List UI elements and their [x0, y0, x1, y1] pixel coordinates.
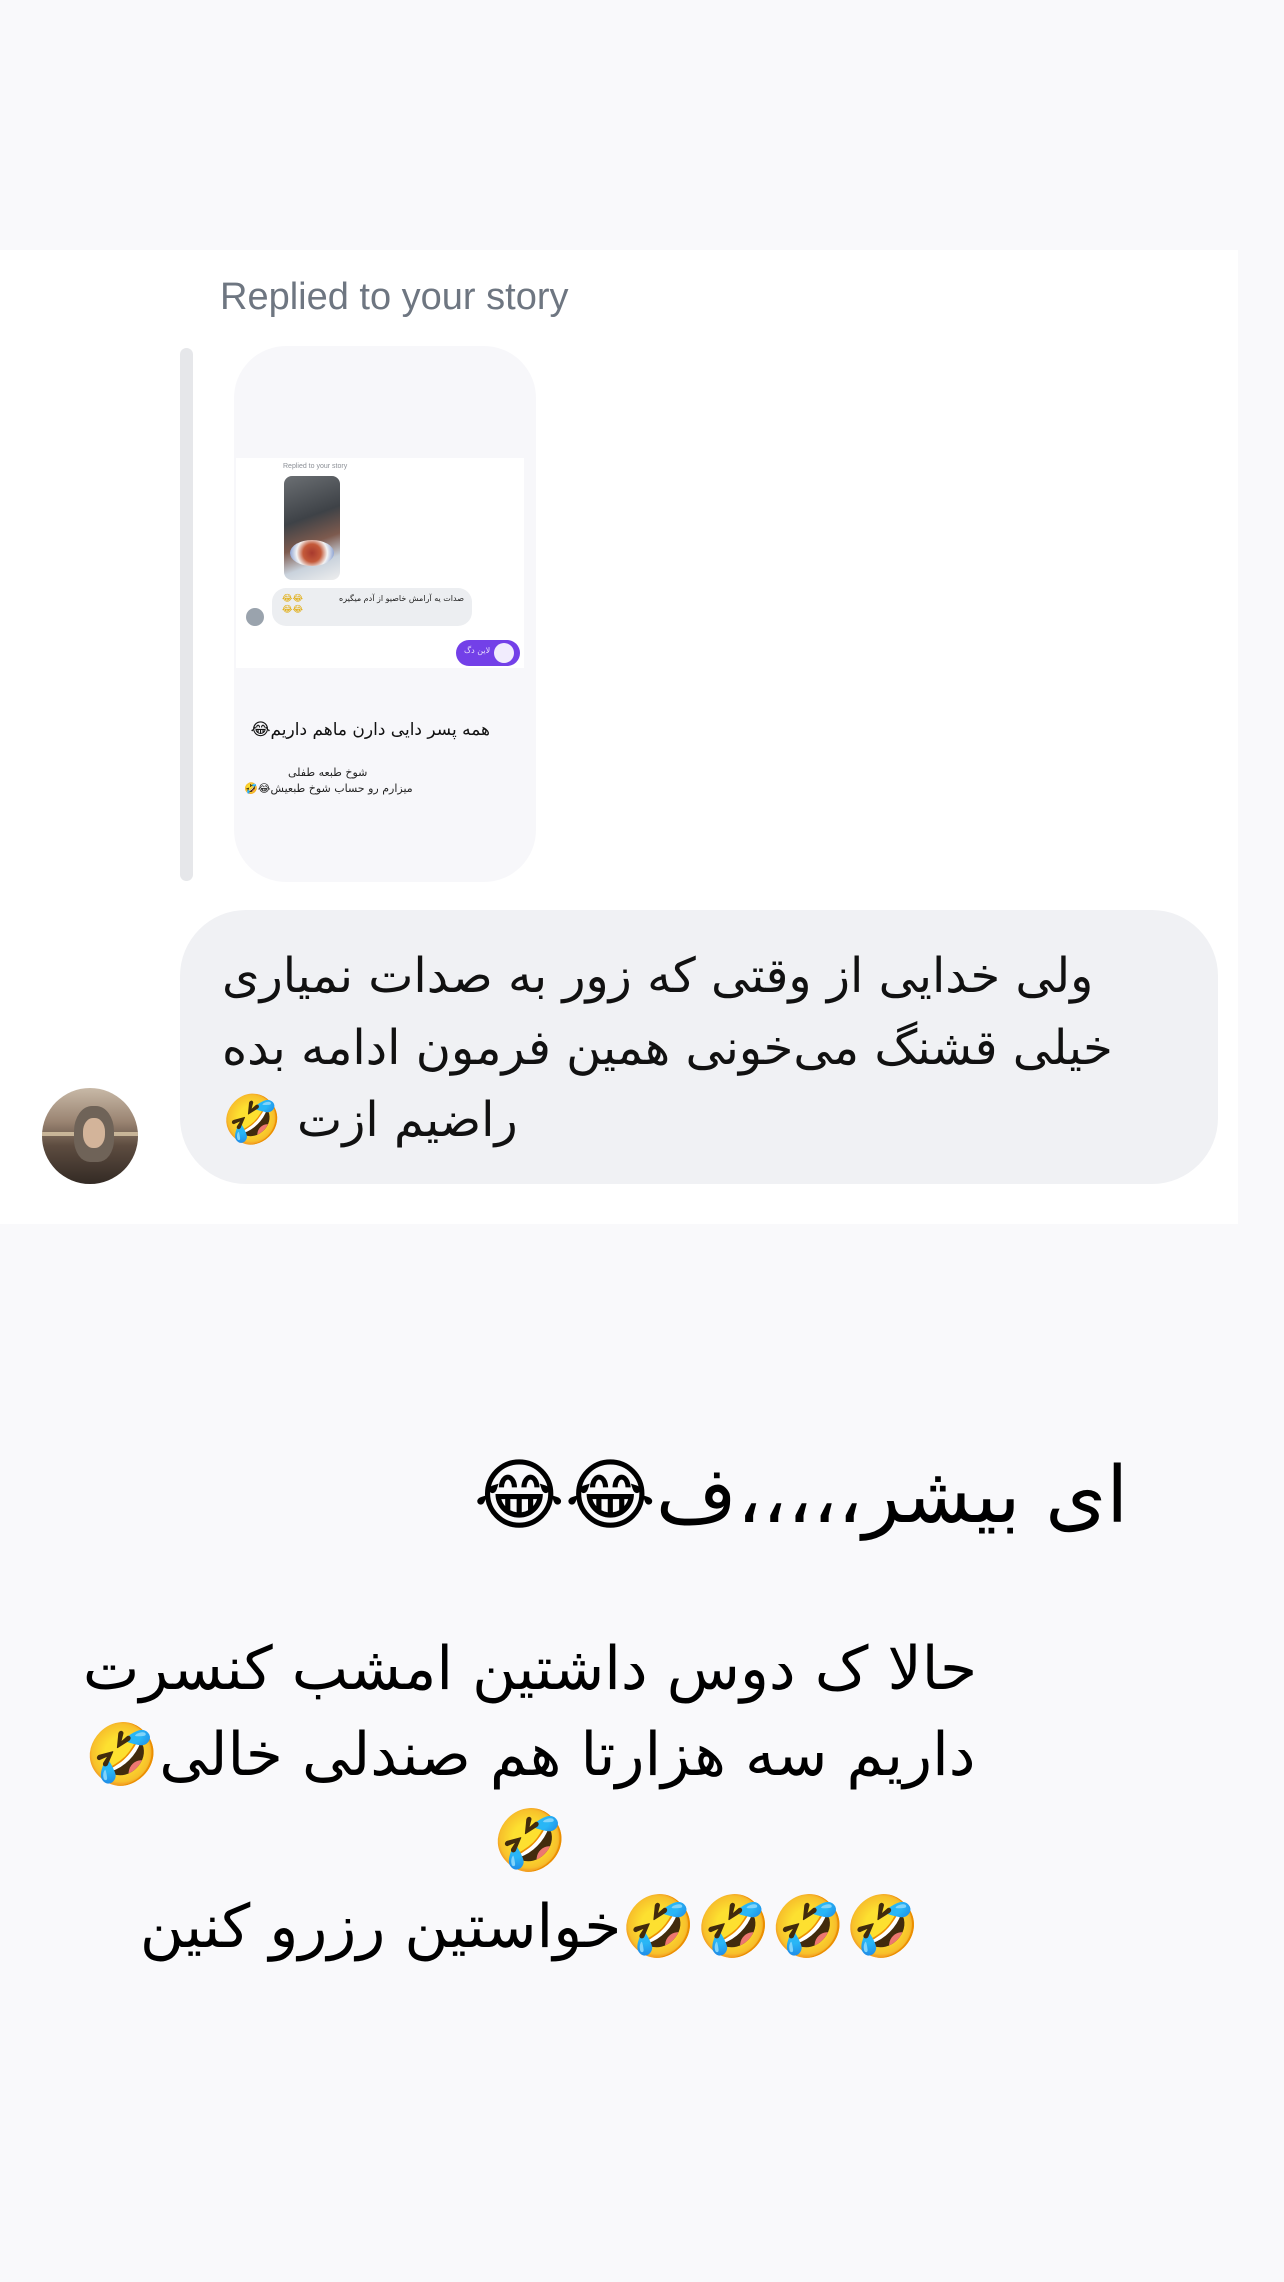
story-inner-bubble: صدات یه آرامش خاصیو از آدم میگیره 😂😂😂😂: [272, 588, 472, 626]
story-text-line-1: همه پسر دایی دارن ماهم داریم😂: [250, 720, 490, 740]
story-inner-avatar: [246, 608, 264, 626]
story-inner-sent-text: لاین دگ: [464, 646, 491, 655]
sender-avatar[interactable]: [42, 1088, 138, 1184]
avatar-face: [83, 1118, 105, 1148]
story-inner-caption: Replied to your story: [283, 463, 348, 470]
story-inner-sent-bubble: لاین دگ: [456, 640, 520, 666]
message-text: ولی خدایی از وقتی که زور به صدات نمیاری …: [222, 948, 1113, 1148]
overlay-heading: ای بیشر،،،،،ف😂😂: [473, 1451, 1128, 1541]
story-text-line-3: میزارم رو حساب شوخ طبعیش😂🤣: [244, 782, 413, 795]
plate-image: [290, 540, 334, 566]
reply-indicator-bar: [180, 348, 193, 881]
story-inner-photo: [284, 476, 340, 580]
story-inner-emoji: 😂😂😂😂: [282, 594, 304, 615]
story-screenshot-card: Replied to your story صدات یه آرامش خاصی…: [236, 458, 524, 668]
overlay-paragraph: حالا ک دوس داشتین امشب کنسرت داریم سه هز…: [82, 1634, 978, 1962]
reply-caption: Replied to your story: [220, 276, 569, 318]
story-inner-message: صدات یه آرامش خاصیو از آدم میگیره: [339, 594, 464, 603]
cloud-icon: [494, 643, 514, 663]
message-bubble[interactable]: ولی خدایی از وقتی که زور به صدات نمیاری …: [180, 910, 1218, 1184]
story-text-line-2: شوخ طبعه طفلی: [288, 766, 368, 779]
story-thumbnail[interactable]: Replied to your story صدات یه آرامش خاصی…: [234, 346, 536, 882]
